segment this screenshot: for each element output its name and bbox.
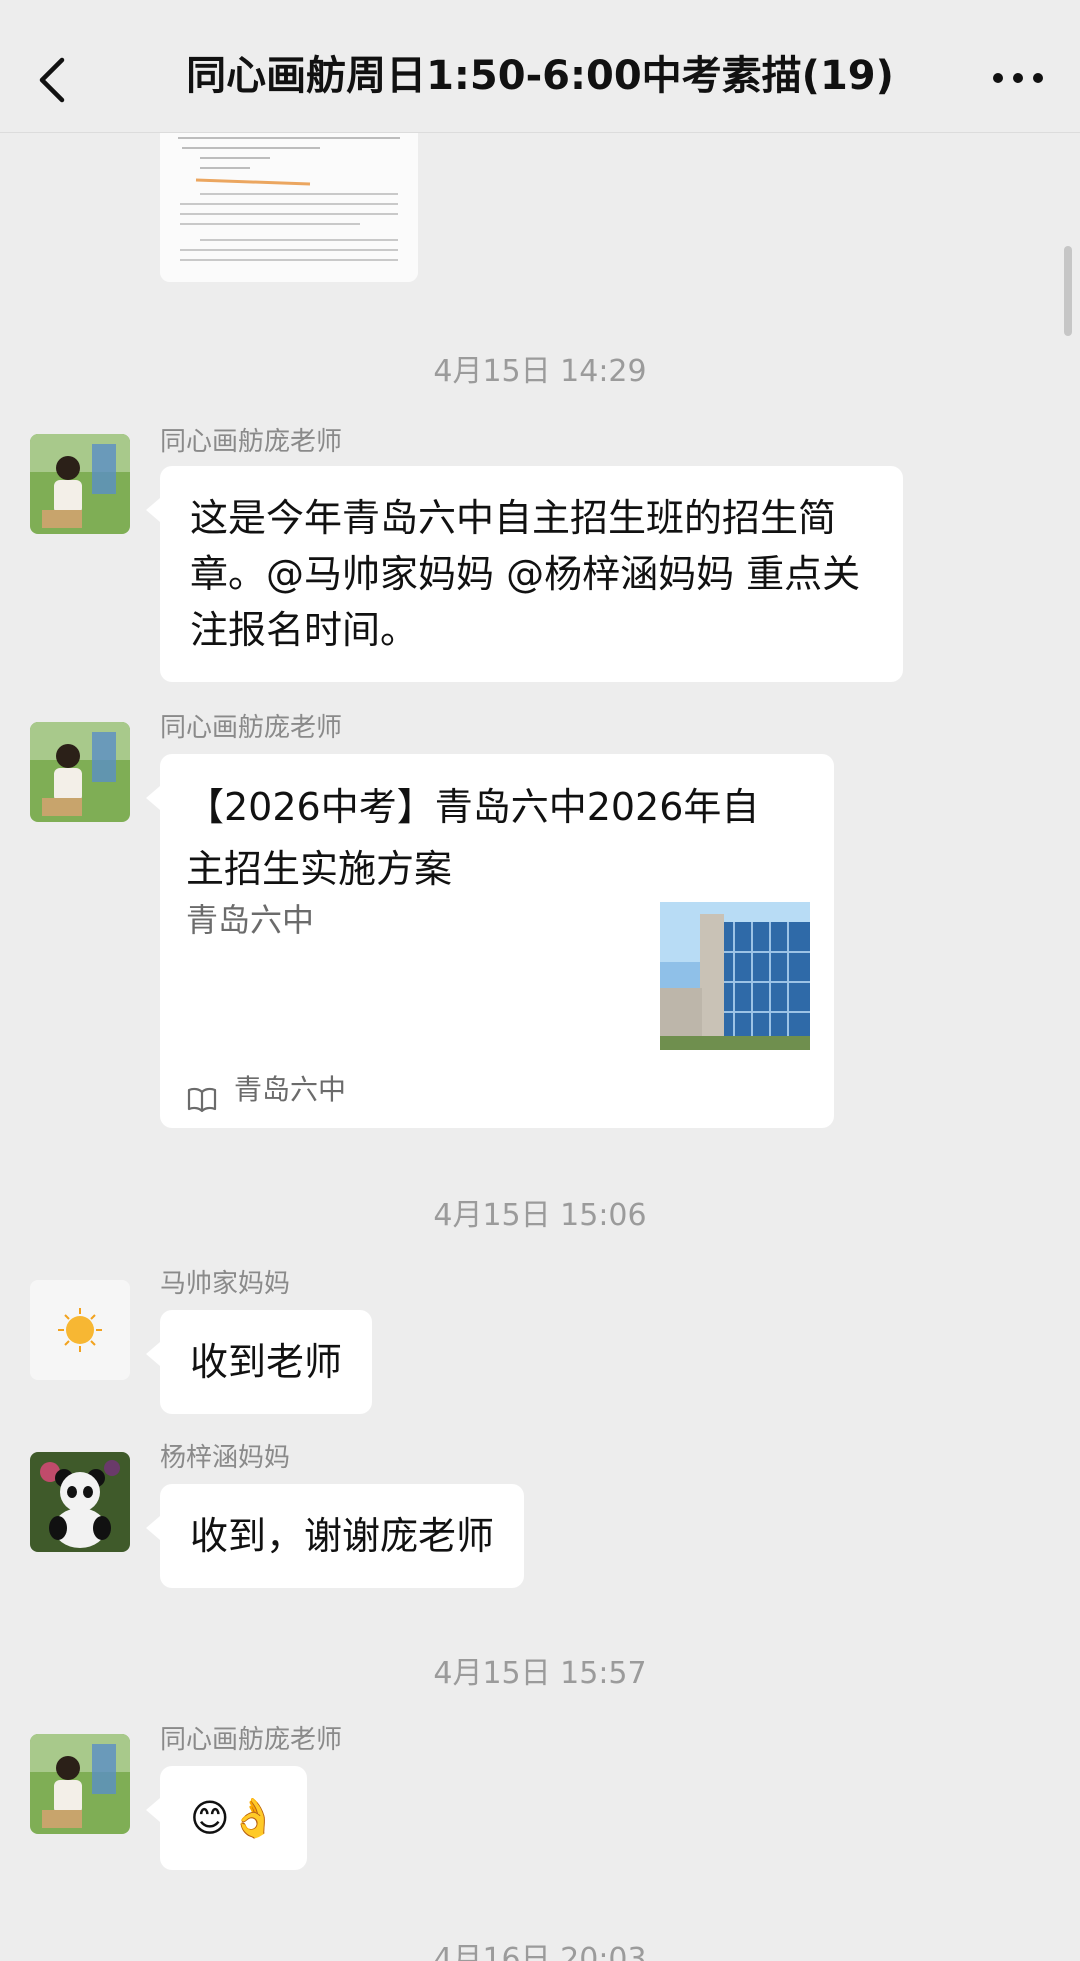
open-book-icon [186, 1074, 218, 1113]
more-dots-icon [993, 73, 1043, 83]
message-text: 收到，谢谢庞老师 [190, 1514, 495, 1558]
sender-name: 杨梓涵妈妈 [160, 1443, 291, 1473]
card-description: 青岛六中 [186, 901, 315, 939]
card-title: 【2026中考】青岛六中2026年自主招生实施方案 [186, 785, 760, 891]
message-bubble[interactable]: 😊👌 [146, 1766, 307, 1870]
timestamp: 4月16日 20:03 [433, 1942, 647, 1961]
message-bubble[interactable]: 这是今年青岛六中自主招生班的招生简章。@马帅家妈妈 @杨梓涵妈妈 重点关注报名时… [146, 466, 903, 682]
sender-name: 同心画舫庞老师 [160, 427, 343, 457]
message-list[interactable]: 4月15日 14:29 同心画舫庞老师 这是今年青岛六中自主招生班的招生简章。@… [0, 132, 1080, 1961]
chat-title: 同心画舫周日1:50-6:00中考素描(19) [186, 53, 894, 99]
avatar-teacher[interactable] [30, 434, 130, 534]
back-button[interactable] [28, 36, 88, 116]
card-thumbnail [660, 902, 810, 1050]
message-text: 😊👌 [190, 1796, 277, 1840]
timestamp: 4月15日 14:29 [433, 354, 647, 389]
avatar-teacher[interactable] [30, 722, 130, 822]
link-card[interactable]: 【2026中考】青岛六中2026年自主招生实施方案 青岛六中 青岛六中 [146, 754, 834, 1128]
sender-name: 同心画舫庞老师 [160, 1725, 343, 1755]
avatar-panda[interactable] [30, 1452, 130, 1552]
card-source-name: 青岛六中 [234, 1073, 347, 1106]
timestamp: 4月15日 15:06 [433, 1198, 647, 1233]
message-text: 收到老师 [190, 1340, 343, 1384]
scrollbar[interactable] [1064, 246, 1072, 336]
message-text: 这是今年青岛六中自主招生班的招生简章。@马帅家妈妈 @杨梓涵妈妈 重点关注报名时… [190, 496, 861, 652]
more-button[interactable] [990, 58, 1046, 98]
avatar-teacher[interactable] [30, 1734, 130, 1834]
chevron-left-icon [39, 57, 65, 103]
sender-name: 马帅家妈妈 [160, 1269, 291, 1299]
message-bubble[interactable]: 收到，谢谢庞老师 [145, 1484, 525, 1588]
avatar-sun[interactable] [30, 1280, 130, 1380]
document-thumbnail[interactable] [160, 132, 418, 282]
timestamp: 4月15日 15:57 [433, 1656, 647, 1691]
sender-name: 同心画舫庞老师 [160, 713, 343, 743]
message-bubble[interactable]: 收到老师 [145, 1310, 373, 1414]
chat-header: 同心画舫周日1:50-6:00中考素描(19) [0, 0, 1080, 133]
